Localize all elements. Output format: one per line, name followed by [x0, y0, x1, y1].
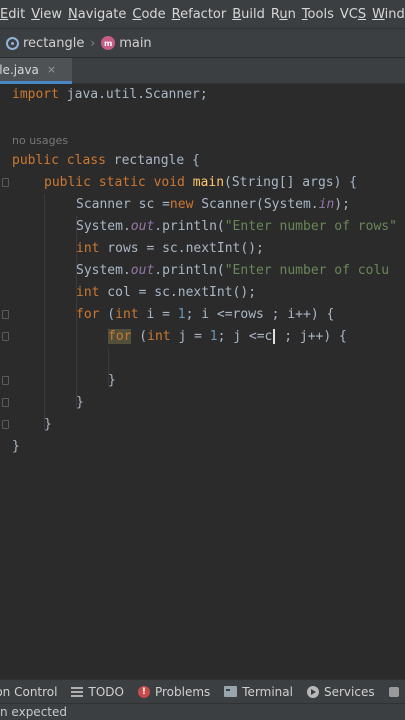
editor-gutter — [0, 84, 12, 679]
extra-tool-button[interactable] — [388, 686, 399, 697]
code-line-class: public class rectangle { — [12, 153, 200, 168]
code-line-for-outer: for (int i = 1; i <=rows ; i++) { — [76, 307, 335, 322]
menu-bar: Edit View Navigate Code Refactor Build R… — [0, 0, 405, 28]
todo-button[interactable]: TODO — [71, 684, 124, 699]
status-message[interactable]: n expected — [0, 705, 67, 719]
chevron-right-icon: › — [90, 36, 96, 50]
menu-view[interactable]: View — [31, 7, 68, 22]
status-bar: n expected — [0, 703, 405, 720]
navigation-bar: rectangle › m main — [0, 28, 405, 58]
menu-window[interactable]: Wind — [372, 7, 405, 22]
fold-marker-icon[interactable] — [2, 376, 9, 385]
breadcrumb-project[interactable]: rectangle — [6, 36, 84, 51]
menu-build[interactable]: Build — [232, 7, 271, 22]
terminal-label: Terminal — [242, 684, 293, 699]
play-icon — [306, 685, 319, 698]
usage-hint[interactable]: no usages — [12, 134, 68, 147]
vcs-branch-icon — [6, 36, 19, 50]
code-line-print-cols: System.out.println("Enter number of colu — [76, 263, 390, 278]
problems-button[interactable]: ! Problems — [137, 684, 211, 699]
error-icon: ! — [137, 685, 150, 698]
fold-marker-icon[interactable] — [2, 310, 9, 319]
code-line-close-outer: } — [76, 395, 84, 410]
module-icon: m — [101, 36, 116, 50]
fold-marker-icon[interactable] — [2, 332, 9, 341]
editor-tab-bar: ngle.java × — [0, 58, 405, 84]
version-control-label: ion Control — [0, 684, 58, 699]
list-icon — [71, 686, 84, 697]
problems-label: Problems — [154, 684, 211, 699]
menu-tools[interactable]: Tools — [302, 7, 340, 22]
tool-icon — [388, 686, 399, 697]
code-line-col: int col = sc.nextInt(); — [76, 285, 257, 300]
menu-vcs[interactable]: VCS — [340, 7, 372, 22]
code-line-close-main: } — [44, 417, 52, 432]
menu-navigate[interactable]: Navigate — [68, 7, 132, 22]
breadcrumb-branch[interactable]: m main — [101, 35, 152, 51]
version-control-button[interactable]: ion Control — [0, 685, 57, 699]
tool-window-bar: ion Control TODO ! Problems Terminal Ser… — [0, 679, 405, 703]
menu-code[interactable]: Code — [132, 7, 171, 22]
menu-run[interactable]: Run — [271, 7, 302, 22]
services-button[interactable]: Services — [306, 684, 375, 699]
branch-name: main — [119, 35, 152, 51]
services-label: Services — [323, 684, 375, 699]
code-line-print-rows: System.out.println("Enter number of rows… — [76, 219, 397, 234]
project-name: rectangle — [23, 35, 85, 51]
close-icon[interactable]: × — [47, 63, 56, 76]
indent-guide — [44, 194, 45, 430]
code-line-close-class: } — [12, 439, 20, 454]
menu-edit[interactable]: Edit — [0, 7, 31, 22]
terminal-icon — [224, 686, 238, 697]
code-line-rows: int rows = sc.nextInt(); — [76, 241, 264, 256]
fold-marker-icon[interactable] — [2, 420, 9, 429]
code-line-scanner: Scanner sc =new Scanner(System.in); — [76, 197, 350, 212]
terminal-button[interactable]: Terminal — [224, 685, 293, 699]
fold-marker-icon[interactable] — [2, 178, 9, 187]
todo-label: TODO — [88, 684, 124, 699]
code-line-import: import java.util.Scanner; — [12, 87, 208, 102]
code-editor[interactable]: import java.util.Scanner; no usages publ… — [0, 84, 405, 679]
fold-marker-icon[interactable] — [2, 398, 9, 407]
code-line-close-inner: } — [108, 373, 116, 388]
code-line-main: public static void main(String[] args) { — [44, 175, 358, 190]
code-line-for-inner: for (int j = 1; j <=c ; j++) { — [108, 329, 347, 344]
tab-label: ngle.java — [0, 62, 39, 77]
menu-refactor[interactable]: Refactor — [172, 7, 233, 22]
tab-rectangle-java[interactable]: ngle.java × — [0, 58, 72, 84]
